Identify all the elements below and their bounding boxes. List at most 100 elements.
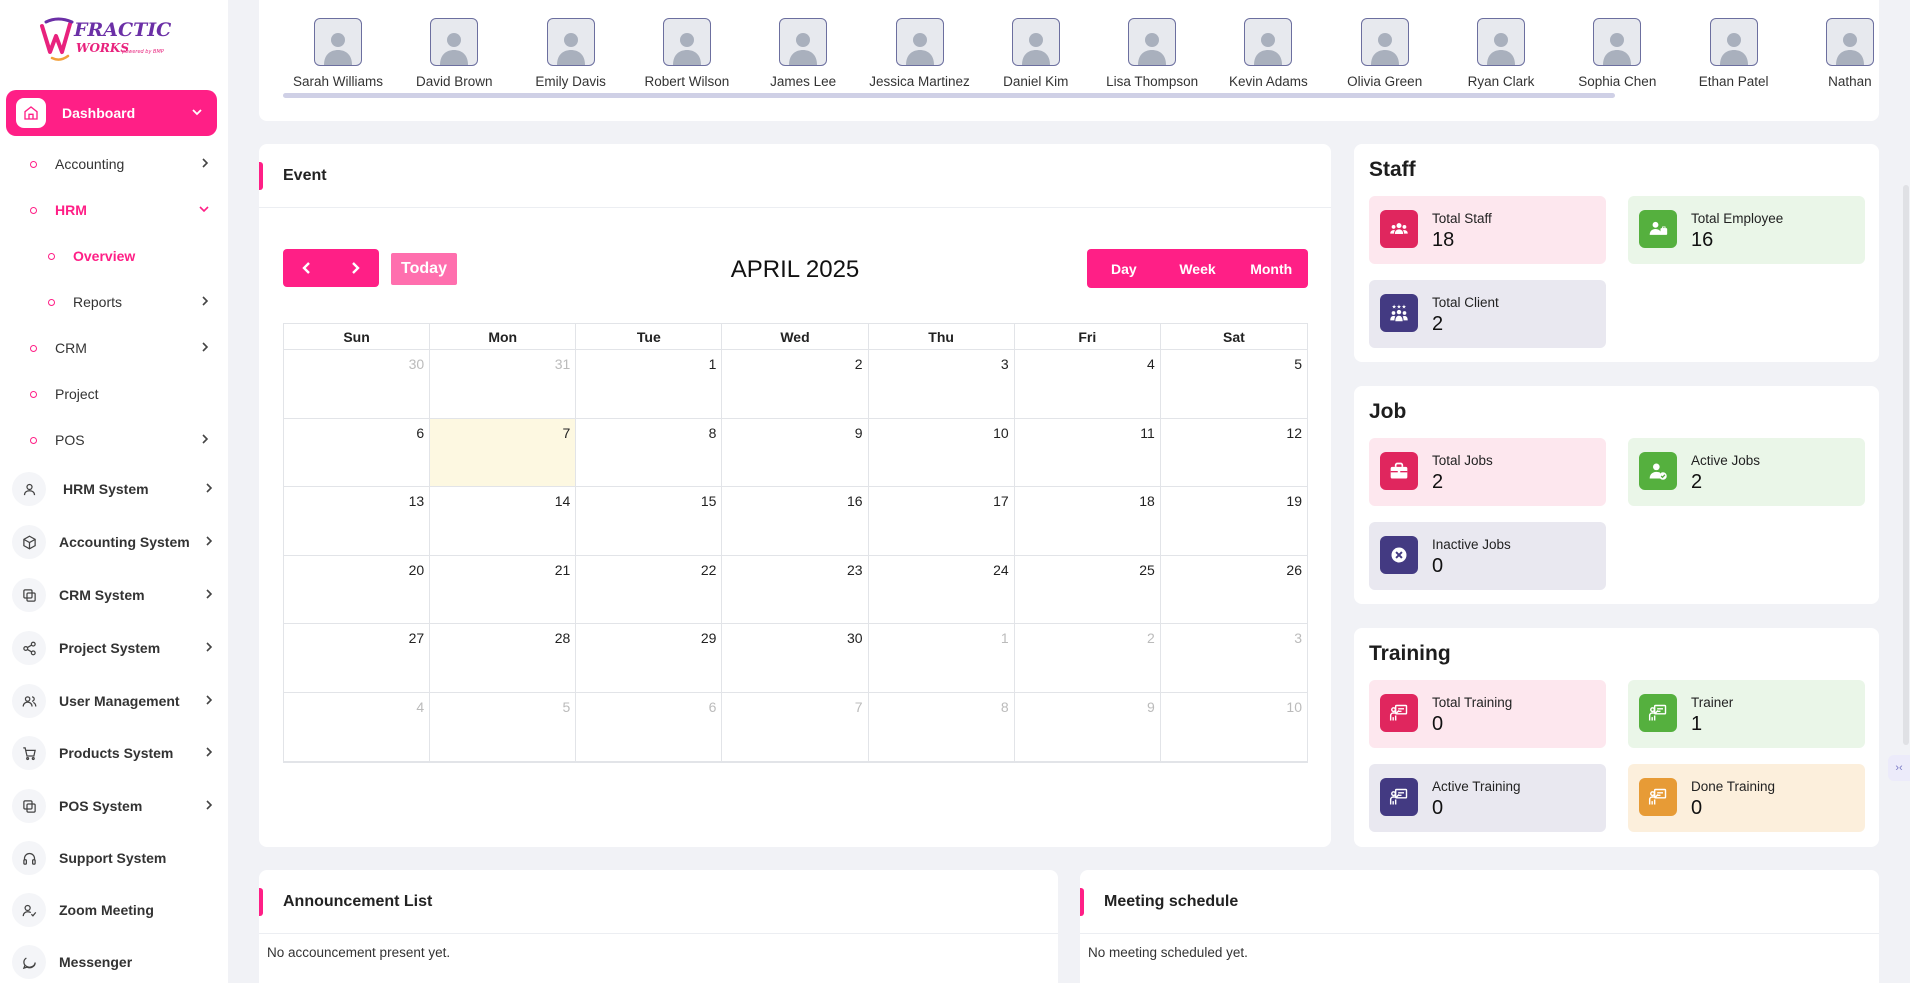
staff-avatar-item[interactable]: Emily Davis xyxy=(513,18,629,89)
calendar-day[interactable]: 30 xyxy=(722,624,869,693)
tile-value: 1 xyxy=(1691,713,1703,735)
view-week-button[interactable]: Week xyxy=(1161,249,1235,288)
staff-name: Ethan Patel xyxy=(1698,74,1769,89)
calendar-day[interactable]: 8 xyxy=(868,692,1015,762)
calendar-day[interactable]: 2 xyxy=(1014,624,1161,693)
users-icon xyxy=(1380,210,1418,248)
staff-avatar-item[interactable]: Nathan xyxy=(1792,18,1879,89)
sidebar-item-reports[interactable]: Reports xyxy=(0,287,228,317)
calendar-day[interactable]: 29 xyxy=(576,624,723,693)
calendar-day[interactable]: 14 xyxy=(430,487,577,556)
staff-avatar-item[interactable]: Lisa Thompson xyxy=(1094,18,1210,89)
calendar-day[interactable]: 13 xyxy=(284,487,431,556)
sidebar-item-hrm-system[interactable]: HRM System xyxy=(0,467,228,511)
staff-avatar-item[interactable]: David Brown xyxy=(396,18,512,89)
calendar-day[interactable]: 18 xyxy=(1014,487,1161,556)
calendar-day-today[interactable]: 7 xyxy=(430,418,577,488)
calendar-day[interactable]: 10 xyxy=(1160,693,1307,762)
active-jobs-tile[interactable]: Active Jobs 2 xyxy=(1628,438,1865,506)
total-training-tile[interactable]: Total Training 0 xyxy=(1369,680,1606,748)
calendar-day[interactable]: 24 xyxy=(868,555,1015,625)
scrollbar-thumb[interactable] xyxy=(1903,185,1909,745)
staff-avatar-item[interactable]: Ryan Clark xyxy=(1443,18,1559,89)
sidebar-item-project-system[interactable]: Project System xyxy=(0,626,228,670)
brand-logo[interactable]: FRACTIC WORKS powered by BMP xyxy=(38,12,188,68)
calendar-day[interactable]: 3 xyxy=(868,350,1015,419)
calendar-day[interactable]: 2 xyxy=(722,350,869,419)
code-toggle-icon[interactable]: ›‹ xyxy=(1888,755,1910,781)
calendar-day[interactable]: 19 xyxy=(1160,487,1307,556)
sidebar-item-products-system[interactable]: Products System xyxy=(0,731,228,775)
staff-avatar-item[interactable]: Ethan Patel xyxy=(1676,18,1792,89)
calendar-day[interactable]: 5 xyxy=(1160,350,1307,419)
sidebar-item-messenger[interactable]: Messenger xyxy=(0,940,228,983)
calendar-day[interactable]: 17 xyxy=(868,487,1015,556)
calendar-day[interactable]: 15 xyxy=(576,487,723,556)
calendar-day[interactable]: 8 xyxy=(576,418,723,488)
total-employee-tile[interactable]: Total Employee 16 xyxy=(1628,196,1865,264)
calendar-day[interactable]: 3 xyxy=(1160,624,1307,693)
sidebar-item-user-management[interactable]: User Management xyxy=(0,679,228,723)
sidebar-item-crm-system[interactable]: CRM System xyxy=(0,573,228,617)
bullet-icon xyxy=(48,252,55,260)
calendar-day[interactable]: 22 xyxy=(576,555,723,625)
active-training-tile[interactable]: Active Training 0 xyxy=(1369,764,1606,832)
trainer-tile[interactable]: Trainer 1 xyxy=(1628,680,1865,748)
calendar-day[interactable]: 6 xyxy=(284,418,431,488)
calendar-day[interactable]: 27 xyxy=(284,624,431,693)
page-scrollbar[interactable] xyxy=(1902,0,1910,983)
sidebar-item-project[interactable]: Project xyxy=(0,379,228,409)
calendar-day[interactable]: 9 xyxy=(1014,692,1161,762)
done-training-tile[interactable]: Done Training 0 xyxy=(1628,764,1865,832)
sidebar-item-support-system[interactable]: Support System xyxy=(0,836,228,880)
calendar-day[interactable]: 21 xyxy=(430,555,577,625)
calendar-day[interactable]: 26 xyxy=(1160,556,1307,625)
sidebar-item-hrm[interactable]: HRM xyxy=(0,195,228,225)
calendar-day[interactable]: 16 xyxy=(722,487,869,556)
total-client-tile[interactable]: ★★★ Total Client 2 xyxy=(1369,280,1606,348)
calendar-day[interactable]: 20 xyxy=(284,555,431,625)
staff-avatar-item[interactable]: Sarah Williams xyxy=(280,18,396,89)
staff-avatar-item[interactable]: Sophia Chen xyxy=(1559,18,1675,89)
calendar-day[interactable]: 11 xyxy=(1014,418,1161,488)
staff-avatar-item[interactable]: Kevin Adams xyxy=(1210,18,1326,89)
calendar-day[interactable]: 28 xyxy=(430,624,577,693)
announcement-card: Announcement List No accouncement presen… xyxy=(259,870,1058,983)
calendar-day[interactable]: 6 xyxy=(576,692,723,762)
total-staff-tile[interactable]: Total Staff 18 xyxy=(1369,196,1606,264)
user-check-icon xyxy=(1639,452,1677,490)
sidebar-item-accounting-system[interactable]: Accounting System xyxy=(0,520,228,564)
horizontal-scrollbar[interactable] xyxy=(283,93,1615,98)
view-month-button[interactable]: Month xyxy=(1234,249,1308,288)
staff-avatar-item[interactable]: James Lee xyxy=(745,18,861,89)
sidebar-item-overview[interactable]: Overview xyxy=(0,241,228,271)
inactive-jobs-tile[interactable]: Inactive Jobs 0 xyxy=(1369,522,1606,590)
sidebar-item-zoom-meeting[interactable]: Zoom Meeting xyxy=(0,888,228,932)
sidebar-item-pos[interactable]: POS xyxy=(0,425,228,455)
calendar-day[interactable]: 23 xyxy=(722,555,869,625)
calendar-day[interactable]: 25 xyxy=(1014,555,1161,625)
staff-avatar-item[interactable]: Jessica Martinez xyxy=(862,18,978,89)
calendar-day[interactable]: 30 xyxy=(284,350,431,419)
calendar-day[interactable]: 7 xyxy=(722,692,869,762)
calendar-day[interactable]: 1 xyxy=(576,350,723,419)
total-jobs-tile[interactable]: Total Jobs 2 xyxy=(1369,438,1606,506)
calendar-day[interactable]: 9 xyxy=(722,418,869,488)
calendar-day[interactable]: 4 xyxy=(1014,350,1161,419)
calendar-day[interactable]: 31 xyxy=(430,350,577,419)
view-day-button[interactable]: Day xyxy=(1087,249,1161,288)
staff-avatar-item[interactable]: Daniel Kim xyxy=(978,18,1094,89)
staff-avatar-item[interactable]: Olivia Green xyxy=(1327,18,1443,89)
sidebar-item-dashboard[interactable]: Dashboard xyxy=(6,90,217,136)
calendar-day[interactable]: 12 xyxy=(1160,419,1307,488)
sidebar-item-label: POS System xyxy=(59,798,143,814)
calendar-day[interactable]: 10 xyxy=(868,418,1015,488)
chevron-right-icon xyxy=(200,432,210,448)
sidebar-item-pos-system[interactable]: POS System xyxy=(0,784,228,828)
calendar-day[interactable]: 1 xyxy=(868,624,1015,693)
calendar-day[interactable]: 5 xyxy=(430,692,577,762)
sidebar-item-accounting[interactable]: Accounting xyxy=(0,149,228,179)
calendar-day[interactable]: 4 xyxy=(284,692,431,762)
sidebar-item-crm[interactable]: CRM xyxy=(0,333,228,363)
staff-avatar-item[interactable]: Robert Wilson xyxy=(629,18,745,89)
